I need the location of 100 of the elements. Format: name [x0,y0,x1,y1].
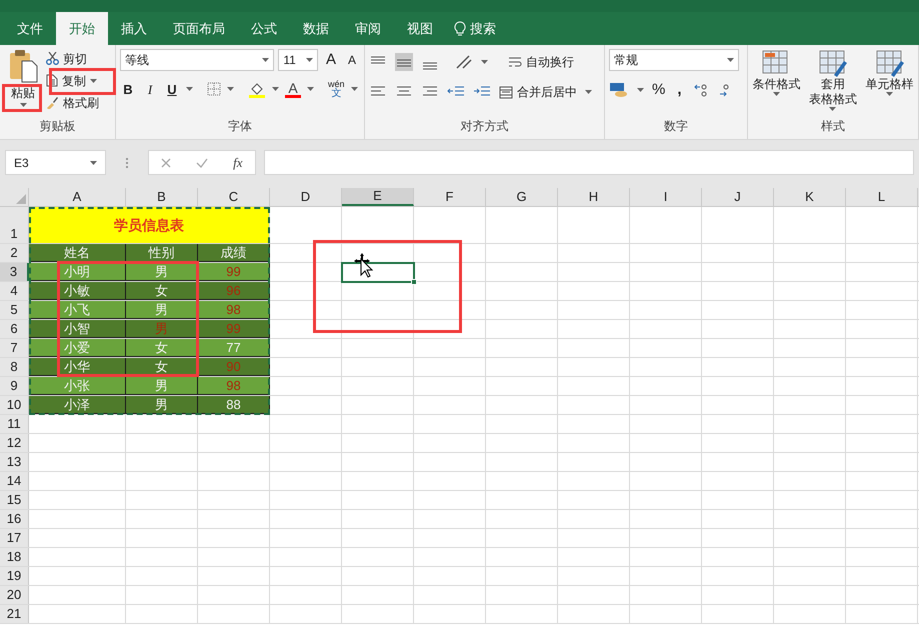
group-label: 字体 [228,118,252,135]
row-header[interactable]: 12 [0,434,29,452]
row-header[interactable]: 7 [0,339,29,357]
grow-font-button[interactable]: A [322,49,340,72]
column-header[interactable]: K [774,188,846,206]
caret-icon [227,87,234,92]
move-cursor-icon [354,253,374,279]
fill-color-icon[interactable] [248,80,266,98]
ribbon-tab[interactable]: 文件 [4,12,56,45]
wrap-icon [508,56,522,68]
column-header[interactable]: I [630,188,702,206]
row-header[interactable]: 14 [0,472,29,490]
font-name-dropdown[interactable]: 等线 [120,49,274,72]
row-header[interactable]: 4 [0,282,29,300]
formula-input[interactable] [264,150,914,175]
row-header[interactable]: 6 [0,320,29,338]
active-cell[interactable] [341,262,415,283]
paintbrush-icon [46,96,59,109]
group-label: 剪贴板 [40,118,76,135]
search-button[interactable]: 搜索 [446,12,504,45]
number-format-dropdown[interactable]: 常规 [609,49,739,71]
table-style-icon [874,49,905,77]
checkmark-icon[interactable] [196,158,208,168]
align-lines-icon[interactable] [395,53,413,71]
column-header[interactable]: G [486,188,558,206]
highlight-frame [2,84,42,112]
caret-icon [20,103,26,107]
row-header[interactable]: 13 [0,453,29,471]
column-header[interactable]: E [342,188,414,206]
italic-button[interactable]: I [142,80,158,99]
header-cell: 性别 [126,244,198,262]
copy-button[interactable]: 复制 [46,71,99,90]
bold-button[interactable]: B [120,80,136,99]
row-header[interactable]: 3 [0,263,29,281]
table-cell: 男 [126,263,198,281]
comma-button[interactable]: , [673,79,686,102]
wrap-text-button[interactable]: 自动换行 [508,53,574,71]
row-header[interactable]: 1 [0,207,29,243]
column-header[interactable]: H [558,188,630,206]
ribbon-tab[interactable]: 公式 [238,12,290,45]
caret-icon [272,87,279,92]
paste-button[interactable]: 粘贴 [11,87,35,107]
style-gallery-button[interactable]: 单元格样 [866,49,914,117]
caret-icon [306,58,313,62]
table-cell: 小明 [29,263,126,281]
insert-function-button[interactable]: fx [233,152,243,172]
column-header[interactable]: L [846,188,918,206]
row-header[interactable]: 21 [0,605,29,623]
shrink-font-button[interactable]: A [344,51,360,70]
font-size-dropdown[interactable]: 11 [278,49,318,72]
ribbon-tab[interactable]: 审阅 [342,12,394,45]
column-header[interactable]: J [702,188,774,206]
ribbon-tab[interactable]: 视图 [394,12,446,45]
underline-button[interactable]: U [164,80,180,99]
name-box[interactable]: E3 [5,150,106,175]
group-label: 数字 [664,118,688,135]
table-cell: 女 [126,339,198,357]
column-header[interactable]: A [29,188,126,206]
table-cell: 男 [126,377,198,395]
font-color-button[interactable]: A [288,80,298,95]
table-cell: 小张 [29,377,126,395]
ribbon-tab[interactable]: 开始 [56,12,108,45]
row-header[interactable]: 17 [0,529,29,547]
row-header[interactable]: 2 [0,244,29,262]
row-header[interactable]: 5 [0,301,29,319]
percent-button[interactable]: % [652,79,666,102]
ribbon-tab[interactable]: 数据 [290,12,342,45]
table-cell: 98 [198,377,270,395]
row-header[interactable]: 11 [0,415,29,433]
row-header[interactable]: 19 [0,567,29,585]
row-header[interactable]: 15 [0,491,29,509]
column-header[interactable]: B [126,188,198,206]
caret-icon [886,92,894,96]
borders-icon[interactable] [207,82,221,96]
row-header[interactable]: 16 [0,510,29,528]
row-header[interactable]: 9 [0,377,29,395]
orientation-icon[interactable] [455,54,473,70]
table-cell: 90 [198,358,270,376]
ribbon-tab[interactable]: 页面布局 [160,12,238,45]
format-painter-button[interactable]: 格式刷 [46,93,99,112]
row-header[interactable]: 8 [0,358,29,376]
column-header[interactable]: C [198,188,270,206]
merge-icon [499,86,513,98]
phonetic-guide-button[interactable]: wén 文 [328,80,345,99]
caret-icon [262,58,270,62]
cut-button[interactable]: 剪切 [46,49,99,68]
clipboard-icon[interactable] [8,49,38,83]
title-cell: 学员信息表 [29,207,270,243]
table-cell: 98 [198,301,270,319]
table-cell: 小爱 [29,339,126,357]
style-gallery-button[interactable]: 套用 表格格式 [808,49,857,117]
row-header[interactable]: 10 [0,396,29,414]
merge-center-button[interactable]: 合并后居中 [499,83,577,101]
row-header[interactable]: 20 [0,586,29,604]
caret-icon [637,88,644,92]
currency-icon[interactable] [609,82,629,98]
style-gallery-button[interactable]: 条件格式 [752,49,800,117]
ribbon-tab[interactable]: 插入 [108,12,160,45]
row-header[interactable]: 18 [0,548,29,566]
column-header[interactable]: F [414,188,486,206]
